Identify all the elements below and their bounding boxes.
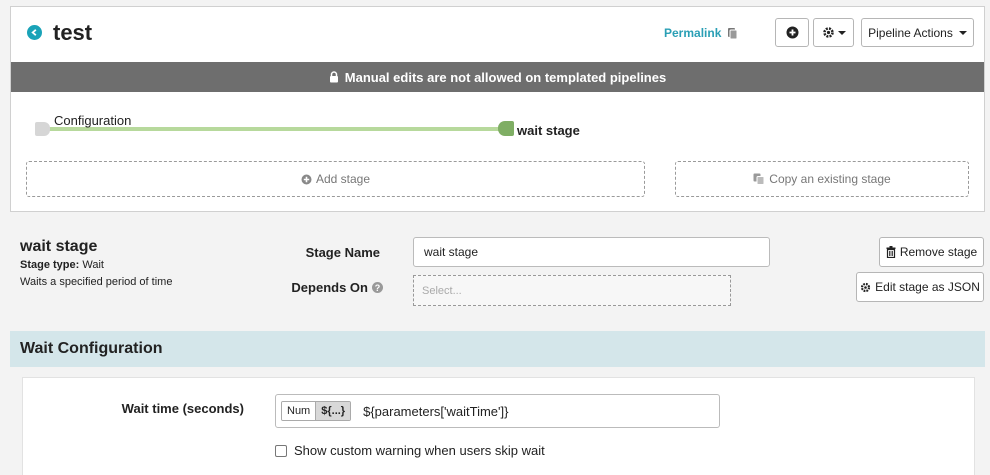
graph-node-wait-stage[interactable]	[498, 121, 514, 136]
banner-text: Manual edits are not allowed on template…	[344, 69, 667, 85]
stage-name-label: Stage Name	[305, 245, 380, 260]
permalink-link[interactable]: Permalink	[664, 26, 721, 40]
gear-icon	[822, 27, 834, 38]
help-icon[interactable]: ?	[372, 282, 383, 293]
add-stage-button[interactable]: Add stage	[26, 161, 645, 197]
settings-dropdown-button[interactable]	[813, 18, 854, 47]
stage-type-value: Wait	[82, 259, 104, 271]
plus-circle-icon	[301, 174, 312, 184]
caret-down-icon	[837, 30, 846, 35]
lock-icon	[329, 71, 338, 83]
toggle-num[interactable]: Num	[282, 402, 316, 420]
wait-time-label: Wait time (seconds)	[121, 401, 244, 416]
stage-type: Stage type: Wait	[20, 259, 104, 271]
graph-node-label[interactable]: Configuration	[54, 113, 131, 128]
pipeline-actions-label: Pipeline Actions	[868, 25, 953, 40]
graph-node-label[interactable]: wait stage	[517, 123, 580, 138]
plus-circle-icon	[786, 26, 798, 39]
skip-warning-checkbox[interactable]	[275, 444, 287, 457]
copy-stage-button[interactable]: Copy an existing stage	[675, 161, 969, 197]
skip-warning-option[interactable]: Show custom warning when users skip wait	[275, 443, 545, 458]
wait-configuration-header: Wait Configuration	[10, 331, 985, 367]
copy-stage-label: Copy an existing stage	[769, 172, 891, 186]
remove-stage-label: Remove stage	[899, 245, 978, 259]
input-mode-toggle[interactable]: Num ${...}	[281, 401, 352, 421]
wait-time-field[interactable]: Num ${...} ${parameters['waitTime']}	[275, 394, 720, 428]
pipeline-header-panel: test Permalink Pipeline Actions Manual e…	[10, 6, 985, 212]
add-button[interactable]	[775, 18, 809, 47]
back-arrow-icon[interactable]	[27, 25, 42, 40]
skip-warning-label: Show custom warning when users skip wait	[294, 443, 545, 458]
graph-node-configuration[interactable]	[35, 122, 50, 136]
wait-time-value[interactable]: ${parameters['waitTime']}	[363, 404, 508, 419]
toggle-expression[interactable]: ${...}	[315, 402, 351, 420]
trash-icon	[886, 246, 896, 258]
remove-stage-button[interactable]: Remove stage	[879, 237, 984, 267]
depends-on-label: Depends On ?	[260, 280, 383, 295]
templated-pipeline-banner: Manual edits are not allowed on template…	[11, 62, 984, 92]
depends-on-select[interactable]: Select...	[413, 275, 731, 306]
add-stage-label: Add stage	[315, 172, 371, 186]
copy-icon	[753, 173, 765, 185]
clipboard-icon[interactable]	[727, 26, 738, 39]
gear-icon	[861, 282, 871, 292]
stage-title: wait stage	[20, 238, 98, 255]
edit-stage-json-label: Edit stage as JSON	[875, 280, 980, 294]
edit-stage-json-button[interactable]: Edit stage as JSON	[856, 272, 984, 302]
stage-name-input[interactable]: wait stage	[413, 237, 770, 267]
stage-description: Waits a specified period of time	[20, 276, 173, 288]
caret-down-icon	[958, 30, 967, 35]
depends-on-text: Depends On	[291, 280, 368, 295]
pipeline-title: test	[53, 20, 93, 45]
pipeline-actions-button[interactable]: Pipeline Actions	[861, 18, 974, 47]
stage-type-label: Stage type:	[20, 259, 80, 271]
